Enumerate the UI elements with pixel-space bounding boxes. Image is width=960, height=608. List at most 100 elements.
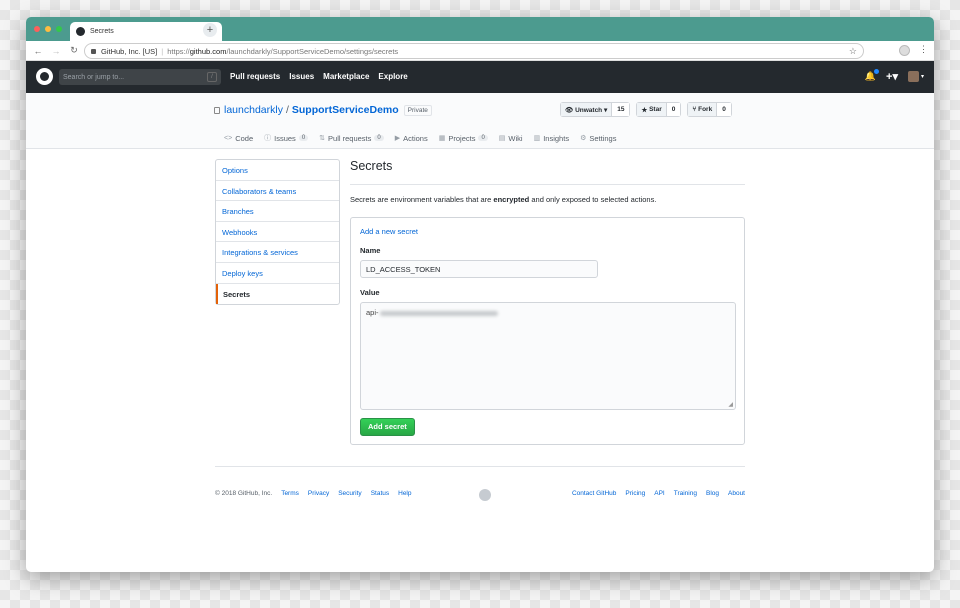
url-host: github.com (189, 46, 227, 56)
tab-projects[interactable]: ▦ Projects 0 (439, 133, 488, 143)
nav-marketplace[interactable]: Marketplace (323, 72, 369, 81)
footer-link-terms[interactable]: Terms (281, 490, 299, 497)
create-new-dropdown[interactable]: +▾ (886, 70, 898, 83)
add-new-secret-link[interactable]: Add a new secret (360, 227, 735, 236)
address-bar: ← → ↻ GitHub, Inc. [US] | https://github… (26, 41, 934, 61)
repo-nav-tabs: <> Code ⓘ Issues 0 ⇅ Pull requests 0 ▶ Actions… (224, 133, 616, 143)
browser-menu-icon[interactable]: ⋮ (919, 44, 928, 55)
menu-item-secrets[interactable]: Secrets (216, 283, 339, 305)
secret-name-field[interactable]: LD_ACCESS_TOKEN (360, 260, 598, 278)
tab-pull-requests[interactable]: ⇅ Pull requests 0 (319, 133, 384, 143)
global-nav: Pull requests Issues Marketplace Explore (230, 72, 408, 81)
tab-issues[interactable]: ⓘ Issues 0 (264, 133, 309, 143)
forks-count[interactable]: 0 (717, 103, 731, 116)
ev-certificate-label: GitHub, Inc. [US] (101, 46, 158, 56)
tab-settings[interactable]: ⚙ Settings (580, 133, 616, 143)
repo-name-link[interactable]: SupportServiceDemo (292, 104, 399, 116)
search-input[interactable]: Search or jump to... / (59, 69, 221, 85)
forward-button[interactable]: → (47, 46, 65, 56)
eye-icon: 👁 (565, 106, 576, 114)
reload-button[interactable]: ↻ (65, 45, 83, 56)
bookmark-star-icon[interactable]: ☆ (849, 46, 857, 57)
minimize-window-button[interactable] (45, 26, 51, 32)
footer-link-security[interactable]: Security (338, 490, 361, 497)
footer-link-blog[interactable]: Blog (706, 490, 719, 497)
maximize-window-button[interactable] (56, 26, 62, 32)
tab-label: Issues (274, 133, 296, 143)
footer-link-help[interactable]: Help (398, 490, 411, 497)
gear-icon: ⚙ (580, 135, 587, 142)
footer-link-training[interactable]: Training (674, 490, 697, 497)
unwatch-button[interactable]: 👁 Unwatch ▾ (561, 103, 613, 116)
avatar-caret-icon[interactable]: ▾ (921, 73, 924, 80)
watchers-count[interactable]: 15 (612, 103, 630, 116)
value-label: Value (360, 288, 380, 297)
stars-count[interactable]: 0 (666, 103, 681, 116)
issue-icon: ⓘ (264, 135, 272, 142)
fork-label: Fork (698, 106, 713, 113)
tab-code[interactable]: <> Code (224, 133, 253, 143)
footer-link-about[interactable]: About (728, 490, 745, 497)
footer-link-status[interactable]: Status (371, 490, 389, 497)
footer-link-api[interactable]: API (654, 490, 664, 497)
copyright: © 2018 GitHub, Inc. (215, 490, 273, 497)
github-mark-icon[interactable] (479, 489, 491, 501)
repo-header: launchdarkly / SupportServiceDemo Privat… (26, 93, 934, 149)
menu-item-deploy-keys[interactable]: Deploy keys (216, 263, 339, 284)
fork-button[interactable]: ⑂ Fork (688, 103, 718, 116)
menu-item-branches[interactable]: Branches (216, 201, 339, 222)
footer-link-contact[interactable]: Contact GitHub (572, 490, 616, 497)
url-input[interactable]: GitHub, Inc. [US] | https://github.com/l… (84, 43, 864, 59)
desc-emphasis: encrypted (493, 195, 530, 204)
traffic-lights (34, 26, 62, 32)
back-button[interactable]: ← (29, 46, 47, 56)
url-scheme: https:// (167, 46, 190, 56)
nav-issues[interactable]: Issues (289, 72, 314, 81)
secrets-description: Secrets are environment variables that a… (350, 195, 745, 204)
tab-wiki[interactable]: ▤ Wiki (499, 133, 523, 143)
book-icon: ▤ (498, 135, 506, 142)
footer-link-pricing[interactable]: Pricing (625, 490, 645, 497)
close-window-button[interactable] (34, 26, 40, 32)
footer-link-privacy[interactable]: Privacy (308, 490, 329, 497)
tab-label: Code (235, 133, 254, 143)
footer-right: Contact GitHub Pricing API Training Blog… (572, 490, 745, 497)
github-logo-icon[interactable] (36, 68, 53, 85)
star-button[interactable]: ★ Star (637, 103, 667, 116)
tab-label: Insights (543, 133, 570, 143)
new-secret-form: Add a new secret Name LD_ACCESS_TOKEN Va… (350, 217, 745, 445)
play-icon: ▶ (394, 135, 401, 142)
tab-label: Actions (403, 133, 428, 143)
star-group: ★ Star 0 (636, 102, 682, 117)
profile-icon[interactable] (899, 45, 910, 56)
nav-explore[interactable]: Explore (378, 72, 407, 81)
new-tab-button[interactable]: + (203, 23, 217, 37)
unwatch-label: Unwatch ▾ (575, 106, 608, 114)
browser-window: Secrets × + ← → ↻ GitHub, Inc. [US] | ht… (26, 17, 934, 572)
header-actions: 🔔 +▾ ▾ (865, 69, 924, 83)
unread-indicator (874, 69, 880, 74)
search-shortcut-hint: / (207, 72, 217, 82)
add-secret-button[interactable]: Add secret (360, 418, 415, 436)
star-icon: ★ (641, 106, 650, 114)
repo-owner-link[interactable]: launchdarkly (224, 104, 283, 116)
name-label: Name (360, 246, 381, 255)
menu-item-webhooks[interactable]: Webhooks (216, 222, 339, 243)
tab-actions[interactable]: ▶ Actions (395, 133, 428, 143)
menu-item-integrations[interactable]: Integrations & services (216, 242, 339, 263)
tab-label: Pull requests (328, 133, 372, 143)
nav-pull-requests[interactable]: Pull requests (230, 72, 280, 81)
tab-label: Projects (448, 133, 476, 143)
menu-item-options[interactable]: Options (216, 160, 339, 181)
tab-insights[interactable]: ▥ Insights (534, 133, 569, 143)
browser-tab[interactable]: Secrets × (70, 22, 222, 41)
desc-text-end: and only exposed to selected actions. (529, 195, 657, 204)
menu-item-collaborators[interactable]: Collaborators & teams (216, 181, 339, 202)
user-avatar[interactable] (907, 71, 919, 82)
graph-icon: ▥ (533, 135, 541, 142)
notifications-bell-icon[interactable]: 🔔 (865, 69, 880, 82)
resize-grip-icon[interactable]: ◢ (728, 401, 733, 408)
secret-value-textarea[interactable]: api- ◢ (360, 302, 736, 410)
tab-title: Secrets (90, 28, 114, 35)
tab-label: Settings (589, 133, 617, 143)
